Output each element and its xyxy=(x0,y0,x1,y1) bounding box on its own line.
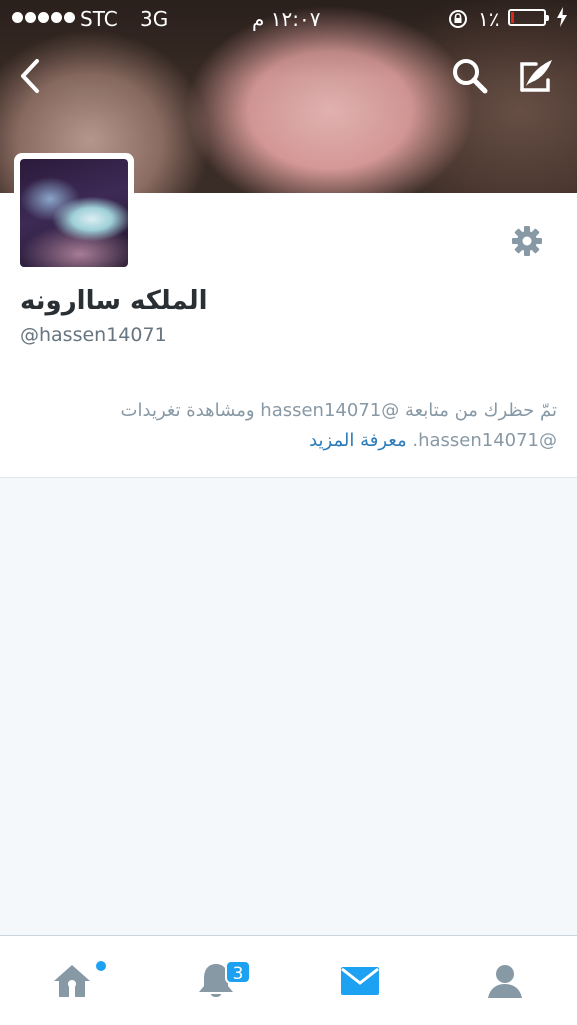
back-button[interactable] xyxy=(8,54,52,98)
battery-icon xyxy=(508,9,549,26)
search-button[interactable] xyxy=(448,54,492,98)
display-name: الملكه ساارونه xyxy=(20,286,208,316)
gear-icon xyxy=(512,226,542,256)
tab-notifications[interactable] xyxy=(144,936,288,1025)
avatar-photo xyxy=(20,159,128,267)
chevron-left-icon xyxy=(21,59,39,93)
battery-percentage: ١٪ xyxy=(478,7,500,31)
signal-strength-icon xyxy=(12,12,75,23)
blocked-notice-line2: @hassen14071. معرفة المزيد xyxy=(20,426,557,456)
rotation-lock-icon xyxy=(448,9,468,34)
avatar[interactable] xyxy=(14,153,134,273)
blocked-screen-name: @hassen14071. xyxy=(412,430,557,451)
bottom-tab-bar: 3 xyxy=(0,935,577,1025)
network-type: 3G xyxy=(140,7,169,31)
charging-bolt-icon xyxy=(556,7,568,32)
tab-home[interactable] xyxy=(0,936,144,1025)
carrier-name: STC xyxy=(80,7,118,31)
status-bar: STC 3G ١٢:٠٧ م ١٪ xyxy=(0,0,577,38)
screen-name: @hassen14071 xyxy=(20,324,167,346)
quill-icon xyxy=(520,60,552,92)
blocked-notice-line1: تمّ حظرك من متابعة @hassen14071 ومشاهدة … xyxy=(120,400,557,421)
tab-messages[interactable] xyxy=(288,936,432,1025)
profile-settings-button[interactable] xyxy=(507,221,547,261)
envelope-icon xyxy=(341,966,379,995)
blocked-notice: تمّ حظرك من متابعة @hassen14071 ومشاهدة … xyxy=(20,396,557,456)
notifications-badge: 3 xyxy=(225,960,251,984)
magnifier-icon xyxy=(453,59,488,94)
home-icon xyxy=(54,964,90,997)
home-new-content-dot xyxy=(96,961,106,971)
person-icon xyxy=(488,964,522,998)
compose-tweet-button[interactable] xyxy=(514,54,558,98)
learn-more-link[interactable]: معرفة المزيد xyxy=(309,430,407,451)
tab-me[interactable] xyxy=(433,936,577,1025)
status-clock: ١٢:٠٧ م xyxy=(252,7,321,31)
